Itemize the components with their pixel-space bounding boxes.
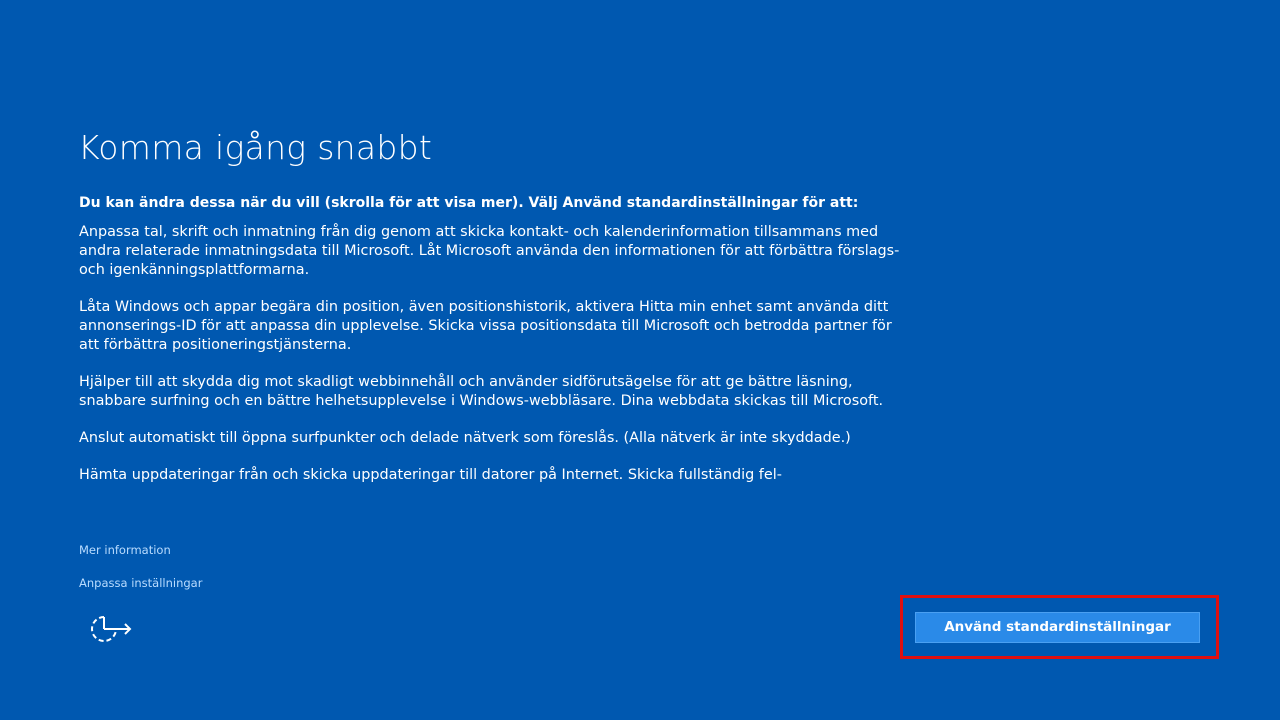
ease-of-access-icon[interactable] (86, 611, 134, 647)
settings-description-scroll-area[interactable]: Du kan ändra dessa när du vill (skrolla … (79, 194, 919, 524)
paragraph-hotspots: Anslut automatiskt till öppna surfpunkte… (79, 430, 851, 446)
intro-text: Du kan ändra dessa när du vill (skrolla … (79, 195, 859, 211)
paragraph-speech-input: Anpassa tal, skrift och inmatning från d… (79, 224, 900, 278)
paragraph-location: Låta Windows och appar begära din positi… (79, 299, 892, 353)
customize-settings-link[interactable]: Anpassa inställningar (79, 576, 202, 590)
more-info-link[interactable]: Mer information (79, 543, 171, 557)
paragraph-web-protection: Hjälper till att skydda dig mot skadligt… (79, 374, 884, 409)
paragraph-updates: Hämta uppdateringar från och skicka uppd… (79, 467, 782, 483)
page-title: Komma igång snabbt (78, 128, 433, 167)
use-default-settings-button[interactable]: Använd standardinställningar (915, 612, 1200, 643)
oobe-screen: Komma igång snabbt Du kan ändra dessa nä… (0, 0, 1280, 720)
